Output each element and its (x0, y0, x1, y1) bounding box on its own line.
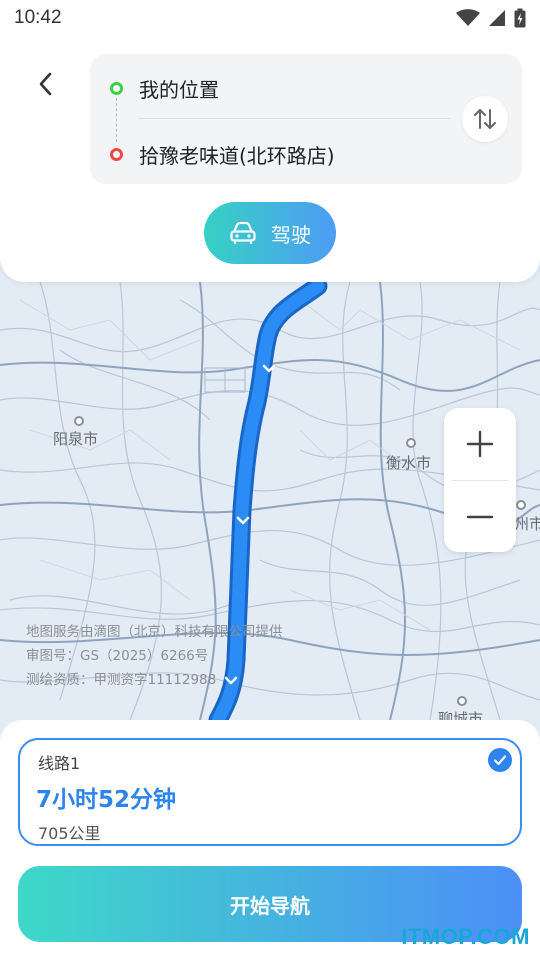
route-connector (116, 98, 117, 142)
city-marker-hengshui (406, 438, 416, 448)
wifi-icon (456, 9, 480, 26)
city-marker-yangquan (74, 416, 84, 426)
watermark-logo: ITMOP.COM (401, 924, 530, 949)
swap-route-button[interactable] (462, 96, 508, 142)
route-duration: 7小时52分钟 (36, 787, 177, 813)
map-attribution: 地图服务由滴图（北京）科技有限公司提供 审图号：GS（2025）6266号 测绘… (26, 620, 283, 692)
route-option-card[interactable]: 线路1 7小时52分钟 705公里 (18, 738, 522, 846)
status-time: 10:42 (14, 7, 62, 28)
driving-mode-label: 驾驶 (271, 222, 311, 247)
destination-field[interactable]: 拾豫老味道(北环路店) (110, 140, 335, 169)
route-distance: 705公里 (38, 824, 101, 843)
attribution-line: 测绘资质：甲测资字11112988 (26, 672, 217, 688)
chevron-left-icon (39, 72, 52, 96)
status-bar: 10:42 (0, 0, 540, 36)
zoom-controls (444, 408, 516, 552)
attribution-line: 审图号：GS（2025）6266号 (26, 648, 209, 664)
back-button[interactable] (28, 66, 64, 102)
zoom-out-button[interactable] (444, 481, 516, 553)
city-label-yangquan: 阳泉市 (53, 430, 99, 448)
city-marker-zhou (516, 500, 526, 510)
city-label-hengshui: 衡水市 (386, 454, 432, 472)
route-option-name: 线路1 (38, 754, 81, 773)
route-input-box: 我的位置 拾豫老味道(北环路店) (90, 54, 522, 184)
car-icon (230, 221, 256, 245)
route-panel: 我的位置 拾豫老味道(北环路店) 驾驶 (0, 36, 540, 282)
plus-icon (466, 430, 494, 458)
battery-charging-icon (514, 8, 526, 28)
destination-dot-icon (110, 148, 123, 161)
route-divider (138, 118, 450, 119)
attribution-line: 地图服务由滴图（北京）科技有限公司提供 (26, 624, 283, 640)
status-icons (456, 8, 526, 28)
destination-text: 拾豫老味道(北环路店) (139, 144, 335, 168)
driving-mode-button[interactable]: 驾驶 (204, 202, 336, 264)
zoom-in-button[interactable] (444, 408, 516, 480)
signal-icon (489, 10, 505, 26)
selected-check-icon (488, 748, 512, 772)
swap-icon (474, 109, 496, 129)
city-label-zhou: 州市 (514, 515, 540, 533)
city-marker-liaocheng (457, 696, 467, 706)
start-location-text: 我的位置 (139, 78, 219, 102)
start-location-field[interactable]: 我的位置 (110, 74, 219, 103)
minus-icon (466, 515, 494, 519)
start-dot-icon (110, 82, 123, 95)
start-navigation-label: 开始导航 (230, 893, 310, 918)
